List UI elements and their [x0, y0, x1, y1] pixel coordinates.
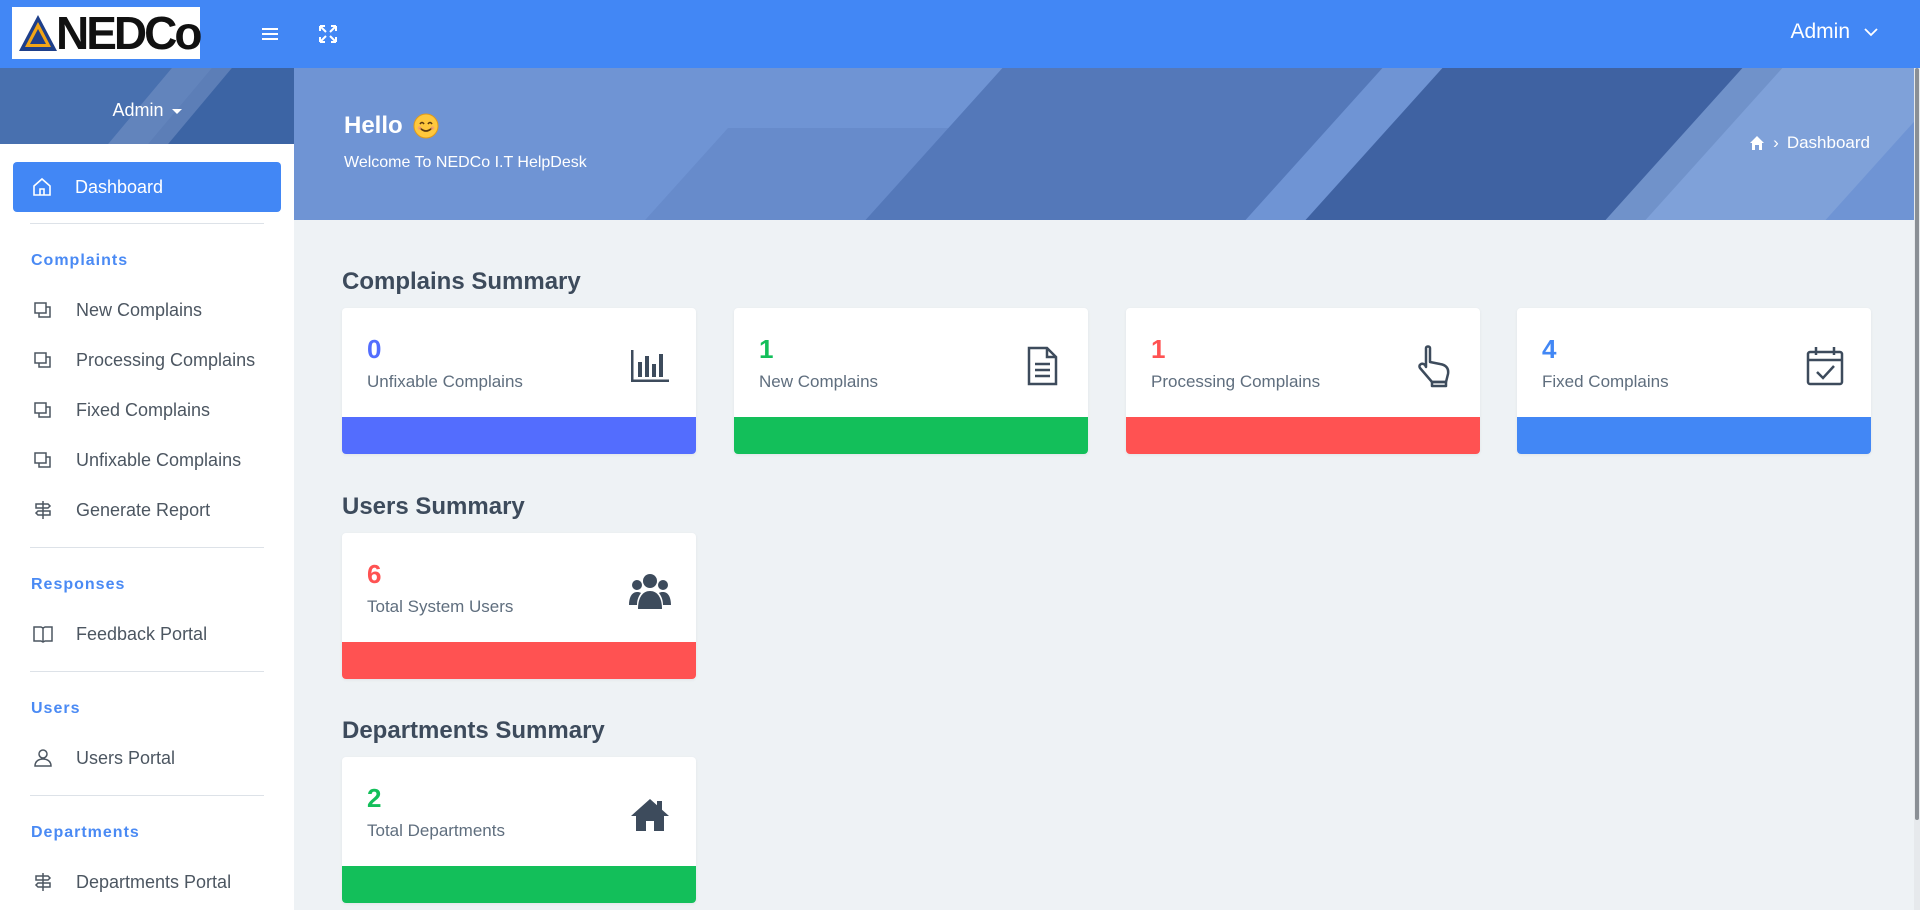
users-icon	[629, 574, 671, 609]
sidebar-item-fixed-complains[interactable]: Fixed Complains	[32, 392, 272, 428]
sidebar-user-name: Admin	[112, 100, 164, 120]
card-color-bar	[1517, 417, 1871, 454]
breadcrumb: › Dashboard	[1749, 133, 1870, 153]
copy-icon	[34, 352, 51, 368]
sidebar-item-processing-complains[interactable]: Processing Complains	[32, 342, 272, 378]
welcome-text: Welcome To NEDCo I.T HelpDesk	[344, 154, 587, 171]
card-label: Fixed Complains	[1542, 372, 1669, 391]
caret-down-icon	[171, 108, 182, 114]
sidebar-item-label: Processing Complains	[76, 349, 256, 370]
sidebar-user-dropdown[interactable]: Admin	[0, 100, 294, 121]
card-value: 0	[367, 334, 382, 364]
users-summary-title: Users Summary	[342, 493, 525, 520]
divider	[30, 795, 264, 796]
card-label: Processing Complains	[1151, 372, 1321, 391]
departments-summary-title: Departments Summary	[342, 717, 605, 744]
sidebar-item-label: Dashboard	[75, 176, 164, 197]
card-total-departments[interactable]: 2 Total Departments	[342, 757, 696, 903]
card-label: New Complains	[759, 372, 879, 391]
card-processing-complains[interactable]: 1 Processing Complains	[1126, 308, 1480, 454]
copy-icon	[34, 302, 51, 318]
sidebar-item-label: Unfixable Complains	[76, 449, 242, 470]
breadcrumb-current: Dashboard	[1786, 133, 1870, 152]
sidebar-item-departments-portal[interactable]: Departments Portal	[32, 864, 272, 900]
card-label: Total System Users	[367, 597, 514, 616]
sidebar-item-label: Users Portal	[76, 747, 176, 768]
card-label: Unfixable Complains	[367, 372, 523, 391]
card-fixed-complains[interactable]: 4 Fixed Complains	[1517, 308, 1871, 454]
pointer-hand-icon	[1418, 345, 1450, 388]
sidebar-item-generate-report[interactable]: Generate Report	[32, 492, 272, 528]
home-icon	[33, 177, 51, 196]
card-color-bar	[1126, 417, 1480, 454]
menu-icon[interactable]	[256, 20, 284, 48]
breadcrumb-separator: ›	[1773, 133, 1779, 152]
card-value: 1	[759, 334, 774, 364]
user-icon	[34, 749, 52, 767]
sidebar-item-label: Departments Portal	[76, 871, 232, 892]
complains-summary-title: Complains Summary	[342, 268, 581, 295]
section-departments: Departments	[31, 824, 140, 841]
sidebar-item-new-complains[interactable]: New Complains	[32, 292, 272, 328]
sidebar-header: Admin	[0, 68, 294, 144]
divider	[30, 671, 264, 672]
card-value: 1	[1151, 334, 1166, 364]
top-bar: NEDCo Admin	[0, 0, 1920, 68]
document-icon	[1027, 346, 1058, 386]
user-name: Admin	[1790, 20, 1850, 43]
card-color-bar	[342, 642, 696, 679]
signpost-icon	[34, 501, 52, 519]
sidebar-item-dashboard[interactable]: Dashboard	[13, 162, 281, 212]
user-menu[interactable]: Admin	[1790, 20, 1878, 44]
divider	[30, 547, 264, 548]
card-new-complains[interactable]: 1 New Complains	[734, 308, 1088, 454]
sidebar-item-label: New Complains	[76, 299, 203, 320]
bar-chart-icon	[631, 350, 669, 382]
scrollbar-thumb[interactable]	[1915, 68, 1919, 820]
divider	[30, 223, 264, 224]
book-icon	[33, 626, 53, 643]
card-color-bar	[342, 866, 696, 903]
logo-triangle-icon	[19, 15, 57, 51]
logo[interactable]: NEDCo	[12, 7, 202, 59]
sidebar-item-feedback-portal[interactable]: Feedback Portal	[32, 616, 272, 652]
expand-icon[interactable]	[314, 20, 342, 48]
section-responses: Responses	[31, 576, 126, 593]
card-label: Total Departments	[367, 821, 505, 840]
card-color-bar	[342, 417, 696, 454]
card-color-bar	[734, 417, 1088, 454]
card-unfixable-complains[interactable]: 0 Unfixable Complains	[342, 308, 696, 454]
calendar-check-icon	[1806, 347, 1844, 386]
chevron-down-icon	[1864, 28, 1878, 37]
house-icon	[631, 799, 669, 831]
sidebar-item-unfixable-complains[interactable]: Unfixable Complains	[32, 442, 272, 478]
sidebar: Admin Dashboard Complaints New Complains…	[0, 68, 294, 910]
card-total-system-users[interactable]: 6 Total System Users	[342, 533, 696, 679]
copy-icon	[34, 402, 51, 418]
page-banner: Hello Welcome To NEDCo I.T HelpDesk › Da…	[294, 68, 1920, 220]
copy-icon	[34, 452, 51, 468]
sidebar-item-users-portal[interactable]: Users Portal	[32, 740, 272, 776]
sidebar-item-label: Generate Report	[76, 499, 211, 520]
home-icon[interactable]	[1749, 135, 1765, 151]
card-value: 2	[367, 783, 382, 813]
section-complaints: Complaints	[31, 252, 129, 269]
logo-text: NEDCo	[56, 7, 202, 59]
signpost-icon	[34, 873, 52, 891]
section-users: Users	[31, 700, 81, 717]
greeting-text: Hello	[344, 112, 403, 139]
smiley-icon	[413, 113, 439, 139]
greeting: Hello	[344, 112, 439, 140]
sidebar-item-label: Fixed Complains	[76, 399, 211, 420]
sidebar-item-label: Feedback Portal	[76, 623, 208, 644]
card-value: 6	[367, 559, 382, 589]
card-value: 4	[1542, 334, 1557, 364]
